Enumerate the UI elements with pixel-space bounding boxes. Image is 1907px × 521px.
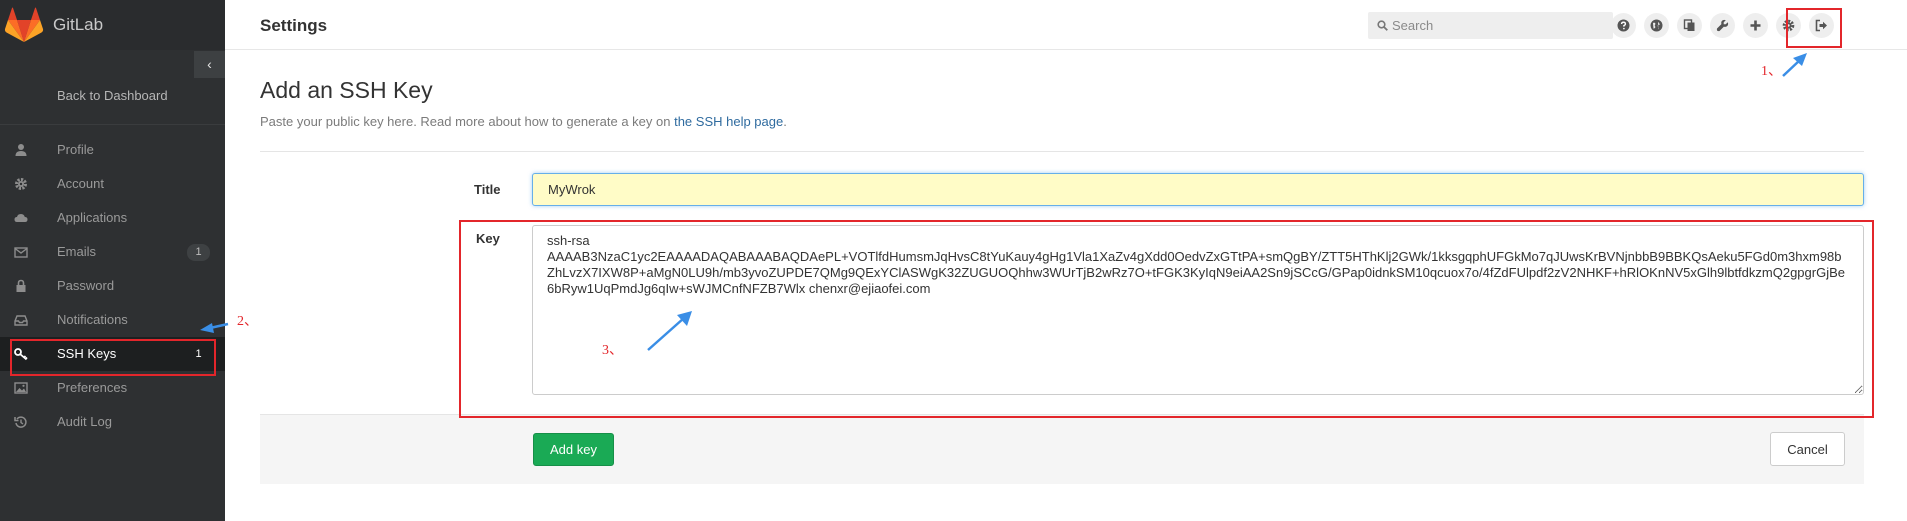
add-key-button[interactable]: Add key <box>533 433 614 466</box>
sidebar: GitLab ‹ Back to Dashboard Profile Accou… <box>0 0 225 521</box>
search-icon <box>1377 20 1388 31</box>
settings-nav: Profile Account Applications Emails 1 Pa… <box>0 133 225 439</box>
annotation-box-ssh-keys <box>10 339 216 376</box>
form-heading: Add an SSH Key <box>260 77 433 103</box>
annotation-box-settings <box>1786 8 1842 48</box>
title-input[interactable] <box>532 173 1864 206</box>
gitlab-logo <box>4 7 44 42</box>
title-label: Title <box>474 182 501 197</box>
sidebar-item-profile[interactable]: Profile <box>0 133 225 167</box>
emails-count-badge: 1 <box>187 244 210 261</box>
sidebar-item-password[interactable]: Password <box>0 269 225 303</box>
sidebar-item-label: Profile <box>57 142 94 157</box>
brand-header[interactable]: GitLab <box>0 0 225 50</box>
sidebar-item-label: Applications <box>57 210 128 225</box>
globe-icon <box>1650 19 1663 32</box>
heading-divider <box>260 151 1864 152</box>
explore-button[interactable] <box>1644 13 1669 38</box>
help-button[interactable] <box>1611 13 1636 38</box>
sidebar-item-preferences[interactable]: Preferences <box>0 371 225 405</box>
form-description: Paste your public key here. Read more ab… <box>260 114 787 129</box>
annotation-label-1: 1、 <box>1761 64 1782 79</box>
lock-icon <box>16 279 26 292</box>
search-box[interactable] <box>1368 12 1613 39</box>
ssh-help-link[interactable]: the SSH help page <box>674 114 783 129</box>
description-text: Paste your public key here. Read more ab… <box>260 114 675 129</box>
sidebar-item-label: Emails <box>57 244 97 259</box>
annotation-box-key-field <box>459 220 1874 418</box>
sidebar-item-label: Account <box>57 176 104 191</box>
page-title: Settings <box>260 16 328 35</box>
annotation-arrow-1 <box>1782 53 1807 77</box>
admin-area-button[interactable] <box>1710 13 1735 38</box>
form-actions: Add key Cancel <box>260 414 1864 484</box>
collapse-sidebar-button[interactable]: ‹ <box>194 51 225 78</box>
top-header: Settings <box>225 0 1907 50</box>
plus-icon <box>1750 20 1761 31</box>
inbox-icon <box>14 315 28 326</box>
annotation-label-3: 3、 <box>602 343 623 358</box>
snippets-button[interactable] <box>1677 13 1702 38</box>
app-name: GitLab <box>53 15 104 34</box>
sidebar-item-label: Audit Log <box>57 414 112 429</box>
wrench-icon <box>1716 19 1729 32</box>
sidebar-item-label: Notifications <box>57 312 128 327</box>
sidebar-item-label: Password <box>57 278 115 293</box>
envelope-icon <box>14 247 28 258</box>
back-to-dashboard-link[interactable]: Back to Dashboard <box>57 88 168 103</box>
history-icon <box>14 416 27 428</box>
gear-icon <box>15 178 27 190</box>
cancel-button[interactable]: Cancel <box>1770 432 1845 466</box>
sidebar-item-emails[interactable]: Emails 1 <box>0 235 225 269</box>
user-icon <box>15 144 27 156</box>
annotation-label-2: 2、 <box>237 314 258 329</box>
sidebar-item-account[interactable]: Account <box>0 167 225 201</box>
sidebar-item-label: Preferences <box>57 380 128 395</box>
question-icon <box>1617 19 1630 32</box>
sidebar-divider <box>0 124 225 125</box>
description-suffix: . <box>783 114 787 129</box>
search-input[interactable] <box>1392 16 1602 35</box>
new-project-button[interactable] <box>1743 13 1768 38</box>
chevron-left-icon: ‹ <box>207 56 212 72</box>
copy-icon <box>1683 19 1695 31</box>
sidebar-item-applications[interactable]: Applications <box>0 201 225 235</box>
sidebar-item-notifications[interactable]: Notifications <box>0 303 225 337</box>
cloud-icon <box>14 214 28 222</box>
sidebar-item-audit-log[interactable]: Audit Log <box>0 405 225 439</box>
image-icon <box>14 382 28 394</box>
